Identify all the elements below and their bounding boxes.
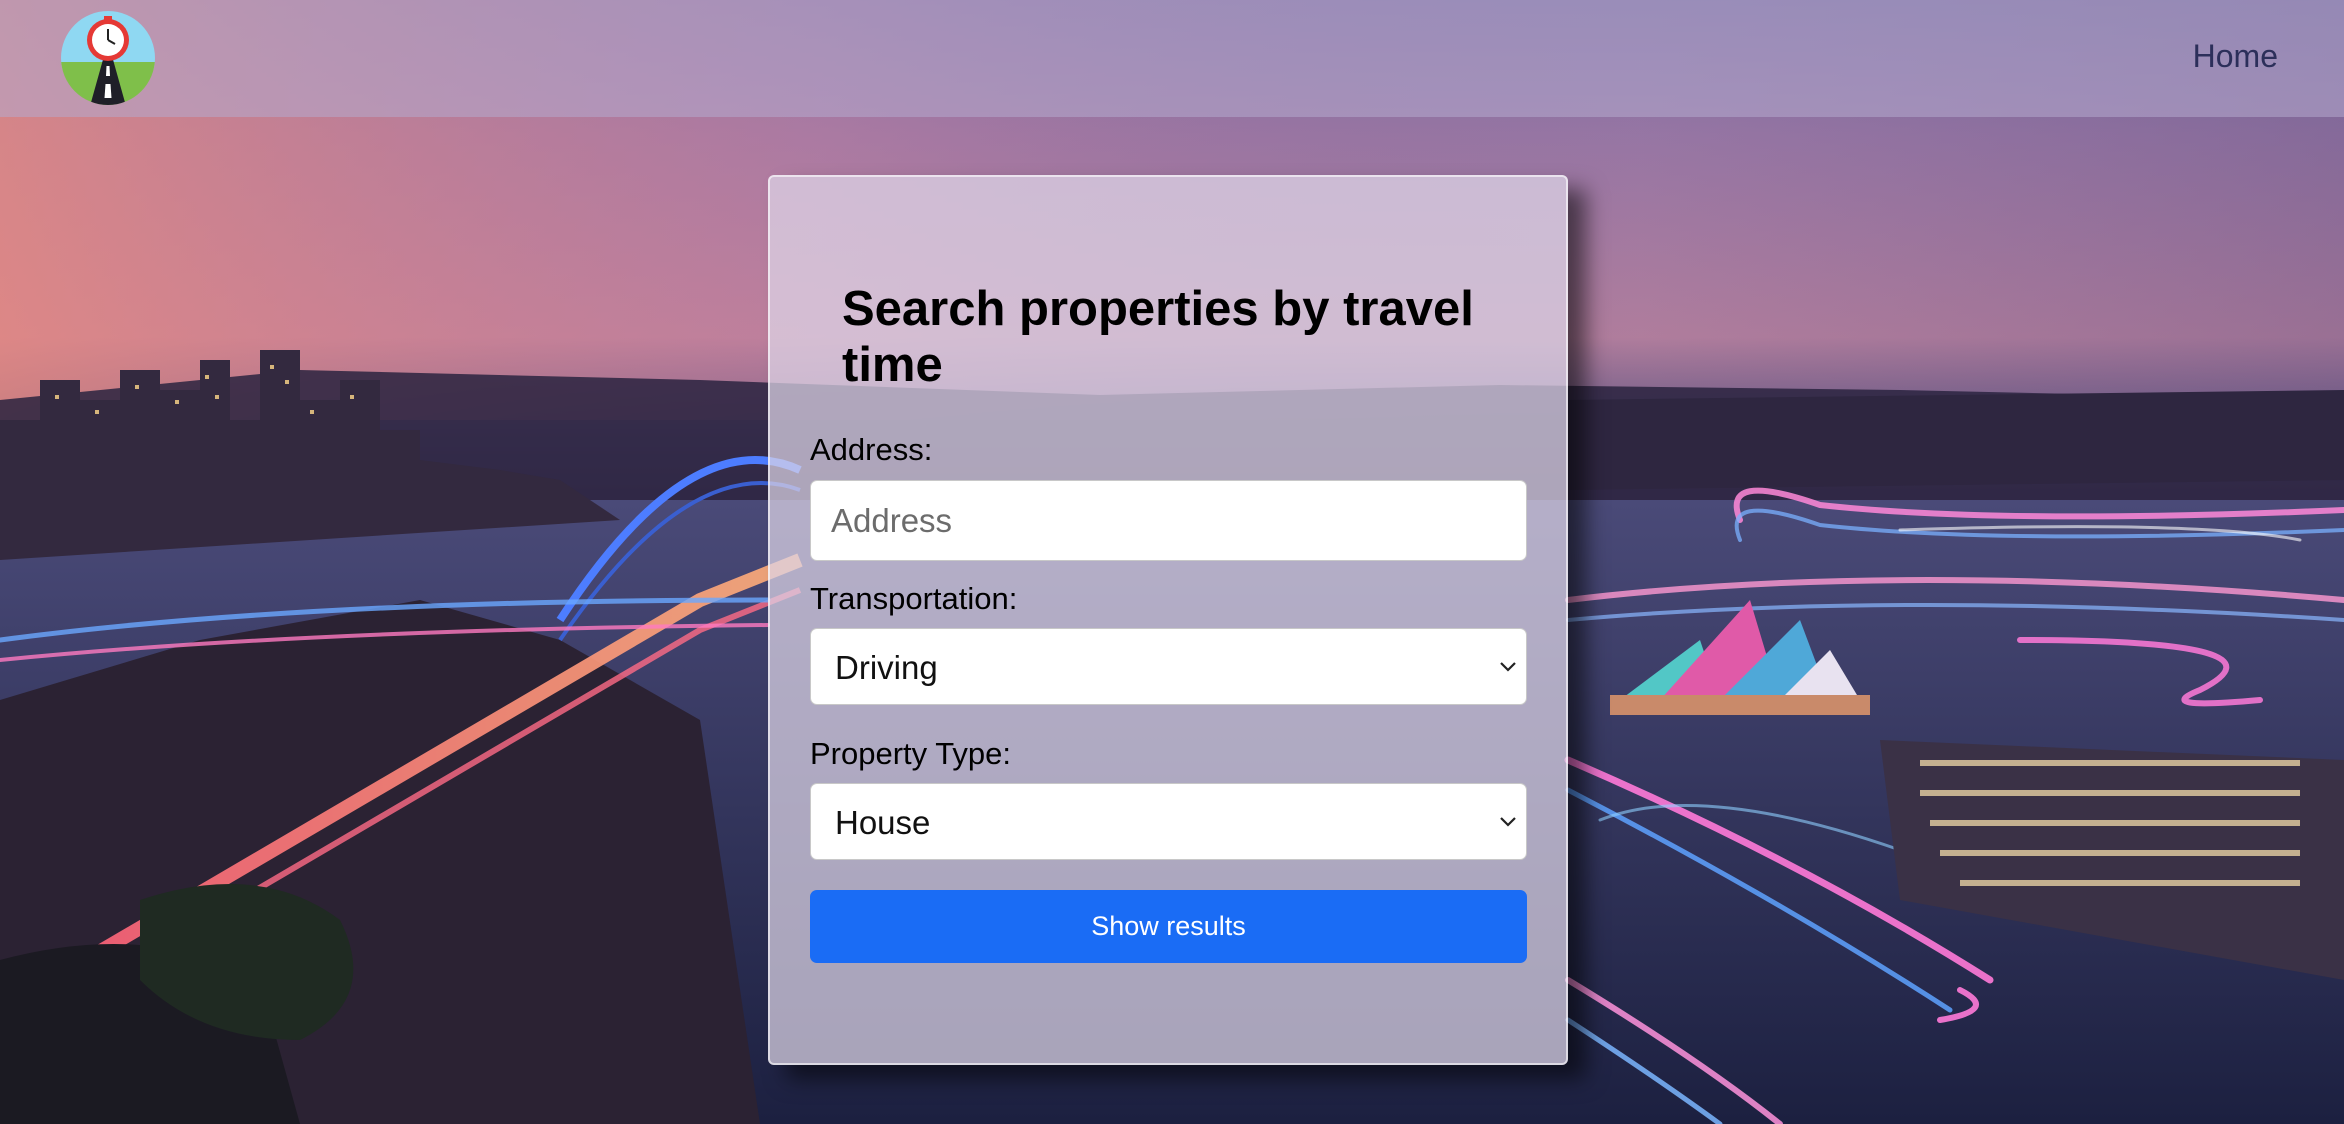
transportation-select[interactable]: Driving bbox=[810, 628, 1527, 705]
chevron-down-icon bbox=[1500, 662, 1516, 672]
property-type-selected-value: House bbox=[835, 804, 931, 841]
property-type-label: Property Type: bbox=[810, 736, 1012, 771]
address-input[interactable] bbox=[810, 480, 1527, 561]
clock-road-logo-icon[interactable] bbox=[60, 10, 156, 106]
navbar: Home bbox=[0, 0, 2344, 117]
page: Home Search properties by travel time Ad… bbox=[0, 0, 2344, 1124]
show-results-button[interactable]: Show results bbox=[810, 890, 1527, 963]
search-card: Search properties by travel time Address… bbox=[768, 175, 1568, 1065]
nav-home-link[interactable]: Home bbox=[2193, 38, 2278, 75]
chevron-down-icon bbox=[1500, 817, 1516, 827]
address-label: Address: bbox=[810, 432, 933, 467]
transportation-label: Transportation: bbox=[810, 581, 1018, 616]
transportation-selected-value: Driving bbox=[835, 649, 938, 686]
property-type-select[interactable]: House bbox=[810, 783, 1527, 860]
form-title: Search properties by travel time bbox=[842, 282, 1474, 392]
